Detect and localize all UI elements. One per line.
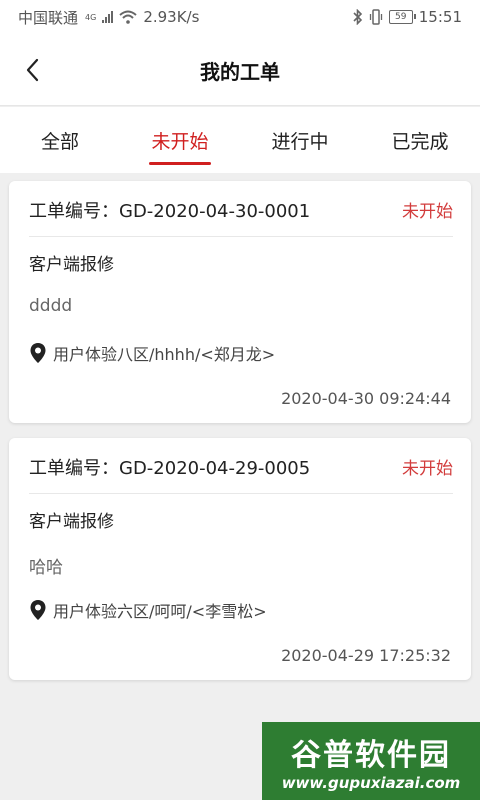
app-header: 我的工单 bbox=[0, 34, 480, 106]
clock: 15:51 bbox=[418, 8, 462, 26]
order-location: 用户体验六区/呵呵/<李雪松> bbox=[29, 598, 267, 622]
order-status: 未开始 bbox=[402, 202, 453, 222]
order-status: 未开始 bbox=[402, 459, 453, 479]
carrier-label: 中国联通 bbox=[18, 8, 79, 27]
tab-label: 未开始 bbox=[151, 130, 209, 153]
battery-icon: 59 bbox=[388, 10, 416, 24]
card-header: 工单编号：GD-2020-04-30-0001 未开始 bbox=[29, 197, 453, 237]
watermark-logo: 谷普软件园 www.gupuxiazai.com bbox=[262, 722, 480, 800]
tab-not-started[interactable]: 未开始 bbox=[120, 107, 240, 173]
order-description: 哈哈 bbox=[29, 558, 63, 578]
tab-in-progress[interactable]: 进行中 bbox=[240, 107, 360, 173]
work-order-card[interactable]: 工单编号：GD-2020-04-29-0005 未开始 客户端报修 哈哈 用户体… bbox=[9, 438, 471, 680]
network-type: 4G bbox=[85, 12, 97, 22]
location-pin-icon bbox=[30, 600, 46, 620]
tab-label: 全部 bbox=[40, 130, 79, 153]
tab-all[interactable]: 全部 bbox=[0, 107, 120, 173]
tab-label: 进行中 bbox=[271, 130, 329, 153]
status-bar: 中国联通 4G 2.93K/s 59 15:51 bbox=[0, 0, 480, 34]
order-type: 客户端报修 bbox=[29, 512, 114, 532]
wifi-icon bbox=[119, 10, 137, 24]
status-right: 59 15:51 bbox=[353, 8, 462, 26]
work-order-list: 工单编号：GD-2020-04-30-0001 未开始 客户端报修 dddd 用… bbox=[9, 181, 471, 695]
signal-icon bbox=[102, 11, 114, 23]
location-text: 用户体验六区/呵呵/<李雪松> bbox=[53, 602, 267, 621]
tab-completed[interactable]: 已完成 bbox=[360, 107, 480, 173]
order-time: 2020-04-29 17:25:32 bbox=[281, 646, 451, 665]
status-tabs: 全部 未开始 进行中 已完成 bbox=[0, 107, 480, 173]
order-location: 用户体验八区/hhhh/<郑月龙> bbox=[29, 341, 275, 365]
status-left: 中国联通 4G 2.93K/s bbox=[18, 7, 199, 28]
order-type: 客户端报修 bbox=[29, 255, 114, 275]
watermark-title: 谷普软件园 bbox=[291, 738, 451, 773]
order-number: 工单编号：GD-2020-04-30-0001 bbox=[29, 201, 311, 222]
order-description: dddd bbox=[29, 296, 73, 316]
card-header: 工单编号：GD-2020-04-29-0005 未开始 bbox=[29, 454, 453, 494]
location-text: 用户体验八区/hhhh/<郑月龙> bbox=[53, 345, 276, 364]
page-title: 我的工单 bbox=[200, 60, 280, 84]
network-speed: 2.93K/s bbox=[143, 8, 200, 26]
bluetooth-icon bbox=[353, 9, 362, 25]
work-order-card[interactable]: 工单编号：GD-2020-04-30-0001 未开始 客户端报修 dddd 用… bbox=[9, 181, 471, 423]
tab-label: 已完成 bbox=[391, 130, 449, 153]
watermark-url: www.gupuxiazai.com bbox=[281, 774, 461, 792]
order-number: 工单编号：GD-2020-04-29-0005 bbox=[29, 458, 311, 479]
vibrate-icon bbox=[369, 9, 382, 25]
location-pin-icon bbox=[30, 343, 46, 363]
order-time: 2020-04-30 09:24:44 bbox=[281, 389, 451, 408]
